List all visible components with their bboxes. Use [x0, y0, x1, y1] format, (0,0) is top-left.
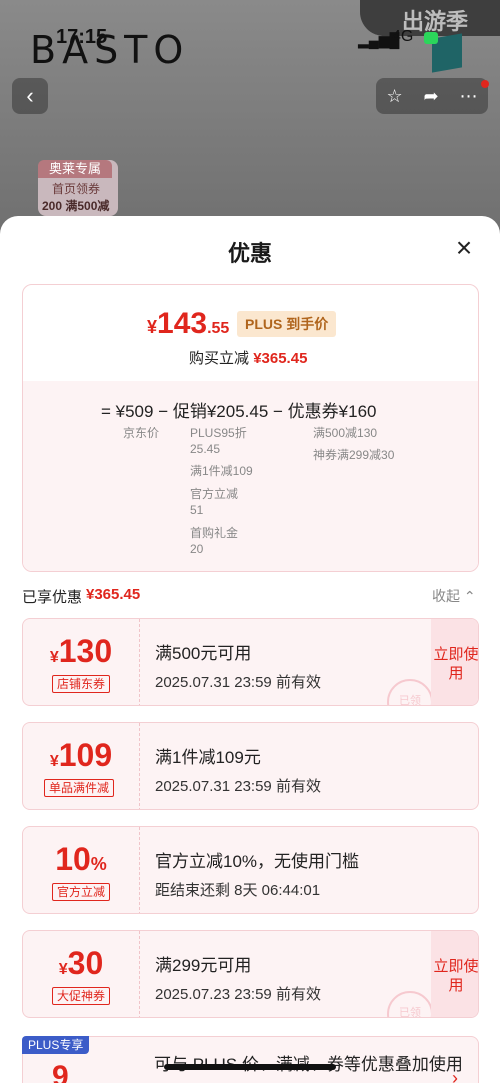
reduce-label: 购买立减 [189, 350, 250, 367]
coupon-currency: ¥ [58, 961, 68, 978]
brand-logo: BASTO [30, 28, 190, 72]
coupon-percent: % [90, 854, 107, 874]
coupon-amount: ¥109 [23, 737, 139, 774]
back-button[interactable]: ‹ [12, 78, 48, 114]
collapse-button[interactable]: 收起 ⌃ [432, 586, 476, 606]
background-page: 出游季 BASTO 17:15 ▂▄▆█ 4G ‹ ☆ ➦ ⋯ 奥莱专属 首页领… [0, 0, 500, 240]
coupon-value: ¥109 单品满件减 [23, 723, 139, 809]
coupon-amount-value: 130 [58, 633, 113, 669]
final-price-dec: .55 [207, 320, 230, 337]
coupon-type: 官方立减 [52, 883, 111, 901]
promo-item: PLUS95折 [190, 426, 247, 440]
coupon-value: 10% 官方立减 [23, 827, 139, 913]
coupon-card: ¥130 店铺东券 满500元可用 2025.07.31 23:59 前有效 已… [22, 618, 479, 706]
coupon-type: 店铺东券 [52, 675, 111, 693]
coupon-item: 满500减130 [313, 426, 378, 440]
final-price-currency: ¥ [147, 317, 158, 337]
claimed-stamp: 已领 [387, 679, 433, 705]
coupon-value: ¥130 店铺东券 [23, 619, 139, 705]
use-now-button[interactable]: 立即使用 [431, 931, 478, 1017]
more-icon[interactable]: ⋯ [460, 86, 478, 107]
enjoyed-label: 已享优惠 [22, 589, 83, 606]
claimed-stamp: 已领 [387, 991, 433, 1017]
top-actions[interactable]: ☆ ➦ ⋯ [376, 78, 488, 114]
notification-dot [481, 80, 489, 88]
price-formula: = ¥509 − 促销¥205.45 − 优惠券¥160 [101, 402, 377, 421]
coupon-card: 10% 官方立减 官方立减10%，无使用门槛 距结束还剩 8天 06:44:01 [22, 826, 479, 914]
promo-tag-bottom: 200 满500减 [42, 199, 110, 213]
promo-tag-top: 奥莱专属 [38, 160, 112, 178]
coupon-type: 单品满件减 [44, 779, 115, 797]
coupon-type: 大促神券 [52, 987, 111, 1005]
status-time: 17:15 [56, 26, 108, 48]
promo-item: 首购礼金 [190, 526, 239, 540]
coupon-amount-value: 109 [58, 737, 113, 773]
coupon-item: 神券满299减30 [313, 448, 395, 462]
coupon-currency: ¥ [49, 649, 59, 666]
final-price-int: 143 [157, 307, 208, 340]
close-icon[interactable]: × [452, 234, 476, 262]
coupon-card: ¥109 单品满件减 满1件减109元 2025.07.31 23:59 前有效 [22, 722, 479, 810]
battery-icon [424, 32, 438, 44]
plus-coupon-text: 可与 PLUS 价、满减、券等优惠叠加使用 [154, 1055, 463, 1074]
coupon-condition: 满299元可用 [155, 956, 252, 975]
coupon-validity: 2025.07.31 23:59 前有效 [155, 674, 321, 691]
share-icon[interactable]: ➦ [424, 86, 439, 107]
enjoyed-amount: ¥365.45 [86, 586, 141, 603]
coupon-divider [139, 723, 140, 809]
coupon-divider [139, 619, 140, 705]
promo-item: 25.45 [190, 442, 221, 456]
enjoyed-discount-row: 已享优惠 ¥365.45 收起 ⌃ [22, 586, 482, 606]
jd-price-label: 京东价 [123, 426, 160, 440]
reduce-amount: ¥365.45 [253, 350, 308, 367]
plus-price-tag: PLUS 到手价 [237, 311, 337, 337]
coupon-divider [139, 827, 140, 913]
coupon-condition: 满1件减109元 [155, 748, 261, 767]
coupon-condition: 官方立减10%，无使用门槛 [155, 852, 360, 871]
coupon-currency: ¥ [49, 753, 59, 770]
coupon-amount: ¥130 [23, 633, 139, 670]
coupon-divider [139, 931, 140, 1017]
coupon-validity: 2025.07.23 23:59 前有效 [155, 986, 321, 1003]
star-icon[interactable]: ☆ [386, 86, 402, 107]
chevron-right-icon[interactable]: › [452, 1068, 458, 1083]
coupon-card: ¥30 大促神券 满299元可用 2025.07.23 23:59 前有效 已领… [22, 930, 479, 1018]
promo-item: 20 [190, 542, 204, 556]
plus-exclusive-badge: PLUS专享 [22, 1036, 90, 1054]
coupon-amount-value: 10 [55, 841, 91, 877]
coupon-amount: ¥30 [23, 945, 139, 982]
plus-coupon-amount: 9 [52, 1060, 69, 1083]
promo-item: 51 [190, 503, 204, 517]
final-price: ¥143.55 [147, 307, 229, 341]
promo-tag-middle: 首页领券 [52, 182, 101, 196]
promo-item: 官方立减 [190, 487, 239, 501]
sheet-title: 优惠 [227, 241, 272, 266]
home-indicator [164, 1064, 336, 1070]
coupon-validity: 2025.07.31 23:59 前有效 [155, 778, 321, 795]
coupon-condition: 满500元可用 [155, 644, 252, 663]
reduce-line: 购买立减 ¥365.45 [189, 347, 307, 368]
coupon-amount-value: 30 [67, 945, 104, 981]
coupon-countdown: 距结束还剩 8天 06:44:01 [155, 882, 321, 899]
coupon-amount: 10% [23, 841, 139, 878]
network-type: 4G [392, 28, 414, 45]
discount-sheet: 优惠 × ¥143.55 PLUS 到手价 购买立减 ¥365.45 = ¥50… [0, 216, 500, 1083]
chevron-left-icon: ‹ [26, 83, 34, 108]
promo-item: 满1件减109 [190, 464, 253, 478]
use-now-button[interactable]: 立即使用 [431, 619, 478, 705]
coupon-value: ¥30 大促神券 [23, 931, 139, 1017]
price-card: ¥143.55 PLUS 到手价 购买立减 ¥365.45 = ¥509 − 促… [22, 284, 479, 572]
